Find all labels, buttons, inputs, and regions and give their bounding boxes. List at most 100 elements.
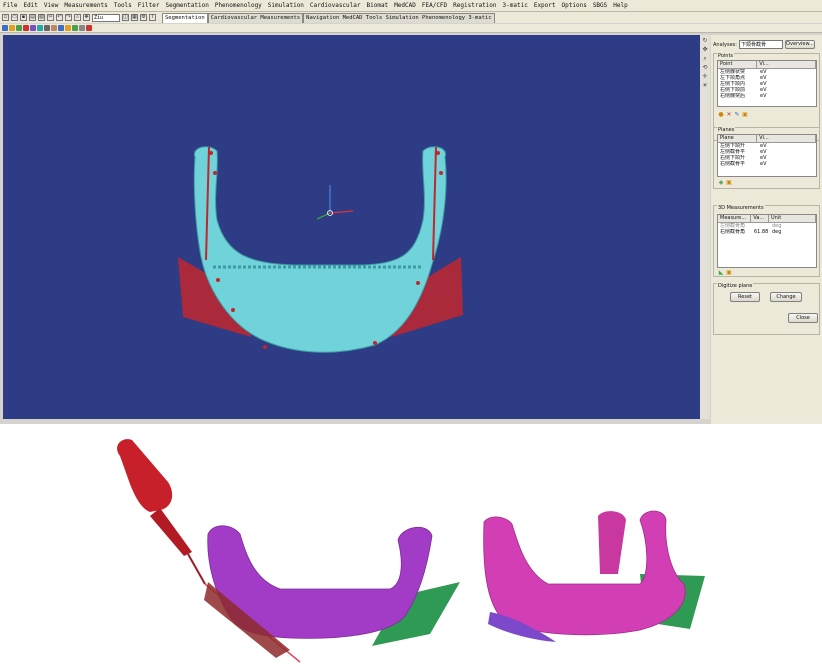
secondary-toolbar: [0, 24, 822, 33]
settings-icon[interactable]: ⚙: [140, 14, 147, 21]
planes-list[interactable]: Plane Vi... 左侧下颌升 eV 左侧截骨平 eV 右侧下颌升 eV 右侧截骨平…: [717, 134, 817, 177]
zoom-view-icon[interactable]: ⌕: [702, 55, 709, 62]
add-point-icon[interactable]: ●: [718, 112, 724, 118]
planes-group: Planes Plane Vi... 左侧下颌升 eV 左侧截骨平 eV 右侧下颌升 e…: [713, 127, 820, 189]
close-view-icon[interactable]: [86, 25, 92, 31]
analysis-panel: Analyses: 下颌骨截骨 Overview... Points Point…: [711, 35, 822, 424]
tab-cardiovascular-measurements[interactable]: Cardiovascular Measurements: [207, 12, 304, 23]
points-col-vis[interactable]: Vi...: [757, 61, 816, 68]
lighting-icon[interactable]: ☀: [702, 82, 709, 89]
mandible-magenta[interactable]: [483, 510, 686, 636]
delete-point-icon[interactable]: ✕: [726, 112, 732, 118]
mask-red-icon[interactable]: [23, 25, 29, 31]
points-title: Points: [717, 53, 735, 59]
points-list[interactable]: Point Vi... 左侧髁状突 eV 左下颌角点 eV 左侧下颌内 eV 右侧下颌前…: [717, 60, 817, 107]
view-top-icon[interactable]: [9, 25, 15, 31]
measurement-settings-icon[interactable]: ▣: [726, 270, 732, 276]
measurements-actions: ◣ ▣: [718, 270, 732, 276]
menu-view[interactable]: View: [41, 2, 61, 9]
layout-icon[interactable]: ▦: [131, 14, 138, 21]
coronoid-fragment: [598, 511, 626, 574]
menu-export[interactable]: Export: [531, 2, 559, 9]
copy-icon[interactable]: ▧: [38, 14, 45, 21]
edit-point-icon[interactable]: ✎: [734, 112, 740, 118]
menu-biomat[interactable]: Biomat: [364, 2, 392, 9]
menu-measurements[interactable]: Measurements: [61, 2, 110, 9]
pan-icon[interactable]: ✥: [83, 14, 90, 21]
zoom-select[interactable]: Ziu: [92, 13, 120, 22]
overview-button[interactable]: Overview...: [784, 40, 815, 49]
save-icon[interactable]: ▪: [20, 14, 27, 21]
3d-viewport[interactable]: [3, 35, 700, 419]
points-col-point[interactable]: Point: [718, 61, 758, 68]
planes-col-vis[interactable]: Vi...: [757, 135, 816, 142]
mask-purple-icon[interactable]: [30, 25, 36, 31]
surgical-simulation-renderings: [0, 424, 822, 664]
saw-neck: [150, 508, 192, 556]
print-icon[interactable]: ▤: [29, 14, 36, 21]
pen-icon[interactable]: [51, 25, 57, 31]
undo-icon[interactable]: ↶: [56, 14, 63, 21]
grid-icon[interactable]: [79, 25, 85, 31]
menu-3matic[interactable]: 3-matic: [500, 2, 531, 9]
analyses-select[interactable]: 下颌骨截骨: [738, 40, 783, 49]
menu-options[interactable]: Options: [559, 2, 590, 9]
digitize-group: Digitize plane Reset Change Close: [713, 283, 820, 335]
tab-navigation-tools[interactable]: Navigation MedCAD Tools Simulation Pheno…: [303, 12, 495, 23]
mask-cyan-icon[interactable]: [37, 25, 43, 31]
digitize-title: Digitize plane: [717, 283, 754, 289]
view-side-icon[interactable]: [16, 25, 22, 31]
plane-settings-icon[interactable]: ▣: [726, 180, 732, 186]
planes-title: Planes: [717, 127, 736, 133]
measure-icon[interactable]: [58, 25, 64, 31]
fit-view-icon[interactable]: ◫: [122, 14, 129, 21]
list-item[interactable]: 右侧髁突后 eV: [718, 93, 816, 99]
tab-segmentation[interactable]: Segmentation: [162, 12, 208, 23]
pan-view-icon[interactable]: ✥: [702, 46, 709, 53]
menu-medcad[interactable]: MedCAD: [391, 2, 419, 9]
table-row[interactable]: 右侧截骨角 61.88 deg: [718, 229, 816, 235]
menu-segmentation[interactable]: Segmentation: [162, 2, 211, 9]
vertical-view-toolbar: ↻ ✥ ⌕ ⟲ ✛ ☀: [700, 35, 710, 419]
measure-col-name[interactable]: Measure...: [718, 215, 752, 222]
menu-tools[interactable]: Tools: [111, 2, 135, 9]
open-folder-icon[interactable]: ▭: [11, 14, 18, 21]
list-item[interactable]: 右侧截骨平 eV: [718, 161, 816, 167]
ruler-icon[interactable]: [44, 25, 50, 31]
measure-col-value[interactable]: Va...: [751, 215, 769, 222]
move-icon[interactable]: ✛: [702, 73, 709, 80]
analyses-row: Analyses: 下颌骨截骨 Overview...: [713, 40, 815, 49]
new-file-icon[interactable]: ▫: [2, 14, 9, 21]
close-button[interactable]: Close: [788, 313, 818, 323]
reset-view-icon[interactable]: ⟲: [702, 64, 709, 71]
menu-file[interactable]: File: [0, 2, 20, 9]
menu-sbgs[interactable]: SBGS: [590, 2, 610, 9]
zoom-icon[interactable]: ⌕: [74, 14, 81, 21]
planes-col-plane[interactable]: Plane: [718, 135, 758, 142]
rotate-icon[interactable]: ↻: [702, 37, 709, 44]
annotate-icon[interactable]: [65, 25, 71, 31]
change-button[interactable]: Change: [770, 292, 802, 302]
menu-phenomenology[interactable]: Phenomenology: [212, 2, 265, 9]
add-measurement-icon[interactable]: ◣: [718, 270, 724, 276]
mandible-3d-model: [178, 146, 463, 353]
redo-icon[interactable]: ↷: [65, 14, 72, 21]
menu-cardiovascular[interactable]: Cardiovascular: [307, 2, 364, 9]
main-toolbar: ▫ ▭ ▪ ▤ ▧ ✂ ↶ ↷ ⌕ ✥ Ziu ◫ ▦ ⚙ i Segmenta…: [0, 12, 822, 23]
info-icon[interactable]: i: [149, 14, 156, 21]
add-plane-icon[interactable]: ◆: [718, 180, 724, 186]
menu-filter[interactable]: Filter: [135, 2, 163, 9]
cut-icon[interactable]: ✂: [47, 14, 54, 21]
view-front-icon[interactable]: [2, 25, 8, 31]
reset-button[interactable]: Reset: [730, 292, 760, 302]
analyses-label: Analyses:: [713, 41, 737, 48]
menu-registration[interactable]: Registration: [450, 2, 499, 9]
measurements-list[interactable]: Measure... Va... Unit 左侧截骨角 deg 右侧截骨角 61.88 d…: [717, 214, 817, 268]
export-point-icon[interactable]: ▣: [742, 112, 748, 118]
plane-icon[interactable]: [72, 25, 78, 31]
menu-simulation[interactable]: Simulation: [265, 2, 307, 9]
measure-col-unit[interactable]: Unit: [769, 215, 816, 222]
menu-fea-cfd[interactable]: FEA/CFD: [419, 2, 450, 9]
menu-edit[interactable]: Edit: [20, 2, 40, 9]
menu-help[interactable]: Help: [610, 2, 630, 9]
